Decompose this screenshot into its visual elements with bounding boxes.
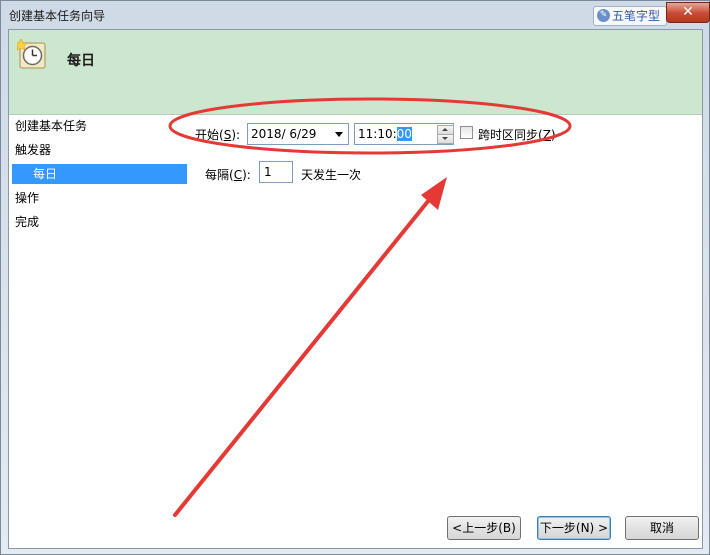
watermark-badge: ✎ 五笔字型	[593, 6, 667, 26]
watermark-logo-icon: ✎	[597, 9, 610, 22]
dropdown-arrow-icon[interactable]	[335, 132, 343, 137]
start-date-picker[interactable]: 2018/ 6/29	[247, 123, 349, 145]
sync-timezone-checkbox[interactable]	[460, 126, 473, 139]
recur-suffix: 天发生一次	[301, 168, 362, 182]
start-time-field[interactable]: 11:10:00	[354, 123, 454, 145]
start-date-value: 2018/ 6/29	[251, 127, 317, 141]
wizard-client: 每日 创建基本任务 触发器 每日 操作 完成 开始(S): 2018/ 6/29…	[8, 29, 703, 549]
time-spinner[interactable]	[437, 125, 454, 144]
clock-icon	[14, 38, 49, 70]
recur-days-input[interactable]: 1	[259, 161, 293, 183]
next-button[interactable]: 下一步(N) >	[537, 516, 611, 540]
sync-timezone-label: 跨时区同步(Z)	[478, 128, 556, 142]
nav-item-daily[interactable]: 每日	[12, 164, 187, 184]
page-title: 每日	[67, 53, 95, 69]
nav-item-action[interactable]: 操作	[15, 188, 39, 208]
recur-label: 每隔(C):	[205, 168, 251, 182]
back-button[interactable]: <上一步(B)	[447, 516, 521, 540]
close-button[interactable]: ✕	[666, 2, 710, 23]
header-band: 每日	[9, 30, 702, 115]
nav-item-create-task[interactable]: 创建基本任务	[15, 116, 87, 136]
nav-item-finish[interactable]: 完成	[15, 212, 39, 232]
start-label: 开始(S):	[195, 128, 241, 142]
cancel-button[interactable]: 取消	[625, 516, 699, 540]
nav-item-trigger[interactable]: 触发器	[15, 140, 51, 160]
wizard-window: 创建基本任务向导 ✎ 五笔字型 ✕ 每日 创建基本任务 触发器 每日 操作 完成…	[0, 0, 710, 555]
window-title: 创建基本任务向导	[9, 9, 106, 23]
start-time-value: 11:10:00	[358, 127, 412, 141]
recur-days-value: 1	[264, 165, 272, 179]
title-bar[interactable]: 创建基本任务向导 ✎ 五笔字型 ✕	[1, 1, 710, 29]
spin-down-icon[interactable]	[437, 134, 454, 144]
watermark-text: 五笔字型	[612, 9, 661, 23]
